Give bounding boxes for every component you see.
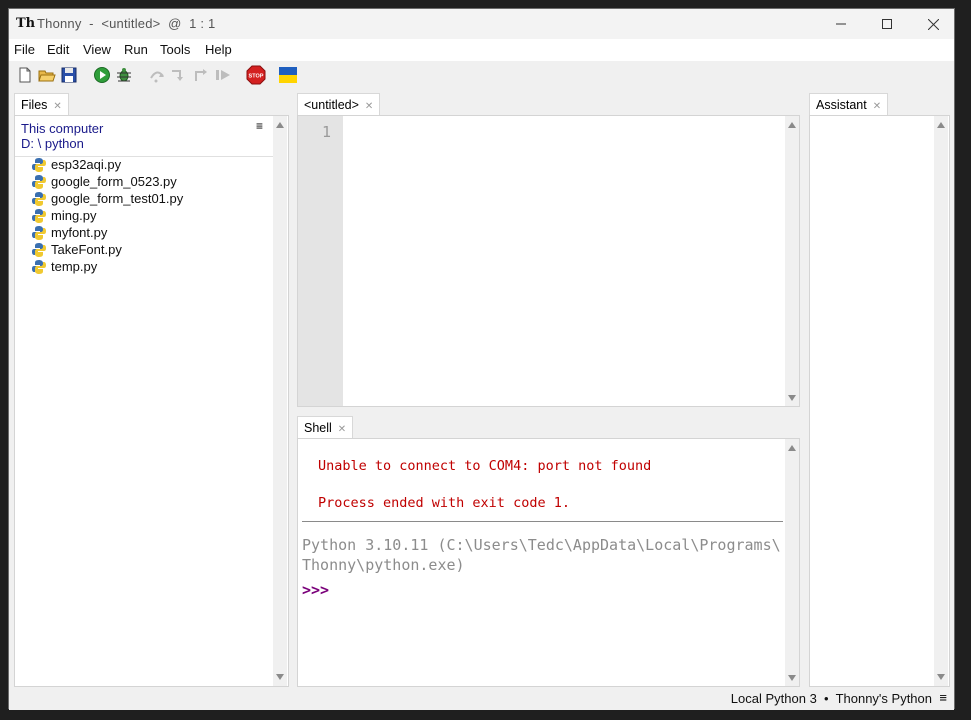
minimize-icon (836, 23, 846, 25)
close-tab-icon[interactable]: ✕ (338, 424, 346, 435)
tab-files-label: Files (21, 98, 48, 112)
stop-icon[interactable]: STOP (246, 65, 266, 85)
file-item[interactable]: esp32aqi.py (31, 156, 121, 173)
open-folder-icon[interactable] (38, 66, 56, 84)
file-name: ming.py (51, 208, 97, 223)
status-bar: Local Python 3 • Thonny's Python ≡ (9, 689, 954, 710)
shell-exit-message: Process ended with exit code 1. (318, 495, 570, 511)
python-version-info: Python 3.10.11 (C:\Users\Tedc\AppData\Lo… (302, 536, 781, 554)
ukraine-flag-icon[interactable] (279, 67, 297, 83)
menu-edit[interactable]: Edit (47, 42, 69, 57)
python-file-icon (32, 242, 46, 257)
menu-bar: File Edit View Run Tools Help (9, 39, 954, 61)
thonny-window: Th Thonny - <untitled> @ 1 : 1 File Edit… (8, 8, 955, 710)
file-name: google_form_test01.py (51, 191, 184, 206)
python-file-icon (32, 157, 46, 172)
tab-untitled[interactable]: <untitled> ✕ (297, 93, 381, 115)
tab-assistant-label: Assistant (816, 98, 867, 112)
menu-run[interactable]: Run (124, 42, 148, 57)
scroll-up-icon[interactable] (276, 122, 284, 128)
menu-help[interactable]: Help (205, 42, 232, 57)
files-scrollbar[interactable] (273, 116, 287, 686)
assistant-panel (809, 115, 950, 687)
stop-label: STOP (249, 74, 264, 80)
step-out-icon[interactable] (192, 66, 210, 84)
tab-files[interactable]: Files ✕ (14, 93, 69, 115)
python-path-info: Thonny\python.exe) (302, 556, 465, 574)
run-icon[interactable] (93, 66, 111, 84)
maximize-icon (882, 19, 892, 29)
step-over-icon[interactable] (148, 66, 166, 84)
shell-separator (302, 521, 783, 522)
files-menu-icon[interactable]: ≡ (256, 119, 263, 133)
close-icon (927, 18, 939, 30)
files-location[interactable]: This computer (21, 121, 103, 136)
step-into-icon[interactable] (170, 66, 188, 84)
thonny-logo-icon: Th (16, 16, 36, 31)
close-tab-icon[interactable]: ✕ (365, 101, 373, 112)
python-file-icon (32, 174, 46, 189)
resume-icon[interactable] (214, 66, 232, 84)
scroll-down-icon[interactable] (788, 395, 796, 401)
tab-shell[interactable]: Shell ✕ (297, 416, 354, 438)
scroll-down-icon[interactable] (276, 674, 284, 680)
python-file-icon (32, 208, 46, 223)
scroll-up-icon[interactable] (788, 122, 796, 128)
file-item[interactable]: ming.py (31, 207, 97, 224)
close-tab-icon[interactable]: ✕ (873, 101, 881, 112)
title-bar: Th Thonny - <untitled> @ 1 : 1 (9, 9, 954, 39)
shell-prompt[interactable]: >>> (302, 581, 329, 599)
tab-assistant[interactable]: Assistant ✕ (809, 93, 889, 115)
python-file-icon (32, 259, 46, 274)
editor-panel: 1 (297, 115, 800, 407)
scroll-down-icon[interactable] (788, 675, 796, 681)
scroll-up-icon[interactable] (788, 445, 796, 451)
file-name: temp.py (51, 259, 98, 274)
maximize-button[interactable] (864, 9, 910, 39)
menu-tools[interactable]: Tools (160, 42, 190, 57)
file-item[interactable]: temp.py (31, 258, 97, 275)
save-icon[interactable] (60, 66, 78, 84)
file-item[interactable]: myfont.py (31, 224, 107, 241)
menu-file[interactable]: File (14, 42, 35, 57)
file-name: google_form_0523.py (51, 174, 177, 189)
file-item[interactable]: google_form_test01.py (31, 190, 183, 207)
close-button[interactable] (910, 9, 956, 39)
scroll-down-icon[interactable] (937, 674, 945, 680)
file-item[interactable]: google_form_0523.py (31, 173, 177, 190)
close-tab-icon[interactable]: ✕ (53, 101, 61, 112)
file-name: myfont.py (51, 225, 108, 240)
hamburger-icon[interactable]: ≡ (939, 690, 947, 705)
python-file-icon (32, 191, 46, 206)
file-name: TakeFont.py (51, 242, 122, 257)
file-name: esp32aqi.py (51, 157, 122, 172)
files-path[interactable]: D: \ python (21, 136, 84, 151)
assistant-scrollbar[interactable] (934, 116, 948, 686)
menu-view[interactable]: View (83, 42, 111, 57)
editor-scrollbar[interactable] (785, 116, 799, 406)
interpreter-status[interactable]: Local Python 3 • Thonny's Python (731, 691, 932, 706)
line-number-gutter: 1 (298, 116, 343, 406)
file-item[interactable]: TakeFont.py (31, 241, 122, 258)
files-panel: This computer D: \ python ≡ esp32aqi.py … (14, 115, 289, 687)
code-editor[interactable] (343, 116, 783, 406)
scroll-up-icon[interactable] (937, 122, 945, 128)
line-number: 1 (321, 123, 331, 141)
shell-scrollbar[interactable] (785, 439, 799, 686)
window-title: Thonny - <untitled> @ 1 : 1 (37, 16, 216, 31)
debug-icon[interactable] (115, 66, 133, 84)
shell-error-message: Unable to connect to COM4: port not foun… (318, 458, 652, 474)
tab-untitled-label: <untitled> (304, 98, 359, 112)
tab-shell-label: Shell (304, 421, 332, 435)
minimize-button[interactable] (818, 9, 864, 39)
shell-panel[interactable]: Unable to connect to COM4: port not foun… (297, 438, 800, 687)
new-file-icon[interactable] (16, 66, 34, 84)
python-file-icon (32, 225, 46, 240)
